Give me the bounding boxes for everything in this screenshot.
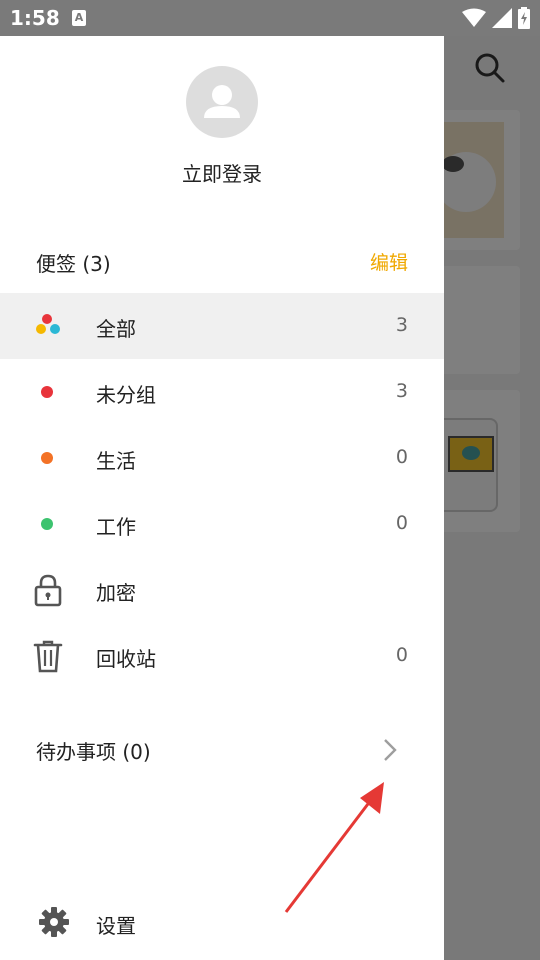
orange-dot-icon (41, 452, 53, 464)
navigation-drawer: 立即登录 便签 (3) 编辑 全部 3 未分组 3 生活 0 工作 0 加密 回… (0, 36, 444, 960)
multi-color-dots-icon (36, 314, 60, 334)
group-count: 3 (395, 314, 408, 336)
login-link[interactable]: 立即登录 (0, 158, 444, 187)
lock-icon (34, 574, 62, 607)
group-item-trash[interactable]: 回收站 0 (0, 623, 444, 689)
group-item-life[interactable]: 生活 0 (0, 425, 444, 491)
green-dot-icon (41, 518, 53, 530)
group-count: 0 (395, 512, 408, 534)
red-dot-icon (41, 386, 53, 398)
edit-button[interactable]: 编辑 (370, 248, 408, 275)
todo-item[interactable]: 待办事项 (0) (0, 730, 444, 780)
group-label: 未分组 (96, 383, 156, 407)
group-item-encrypted[interactable]: 加密 (0, 557, 444, 623)
avatar[interactable] (186, 66, 258, 138)
group-item-ungrouped[interactable]: 未分组 3 (0, 359, 444, 425)
notification-icon: A (72, 10, 86, 26)
signal-icon (492, 8, 512, 28)
group-item-all[interactable]: 全部 3 (0, 293, 444, 359)
group-item-work[interactable]: 工作 0 (0, 491, 444, 557)
group-count: 0 (395, 446, 408, 468)
group-label: 全部 (96, 317, 136, 341)
annotation-arrow-icon (284, 782, 384, 913)
status-icons (462, 6, 530, 30)
group-count: 0 (395, 644, 408, 666)
group-label: 加密 (96, 581, 136, 605)
wifi-icon (462, 8, 486, 27)
user-icon (204, 85, 240, 118)
settings-item[interactable]: 设置 (0, 898, 444, 952)
settings-label: 设置 (96, 914, 136, 938)
todo-label: 待办事项 (0) (36, 740, 151, 764)
notes-section-title: 便签 (3) (36, 252, 111, 276)
group-label: 回收站 (96, 647, 156, 671)
group-label: 工作 (96, 515, 136, 539)
gear-icon (39, 907, 69, 937)
notes-section-header: 便签 (3) 编辑 (36, 248, 408, 278)
trash-icon (33, 640, 63, 673)
battery-icon (518, 7, 530, 29)
group-label: 生活 (96, 449, 136, 473)
status-bar: 1:58 A (0, 0, 540, 36)
group-count: 3 (395, 380, 408, 402)
status-time: 1:58 (10, 6, 60, 30)
chevron-right-icon[interactable] (380, 736, 400, 764)
